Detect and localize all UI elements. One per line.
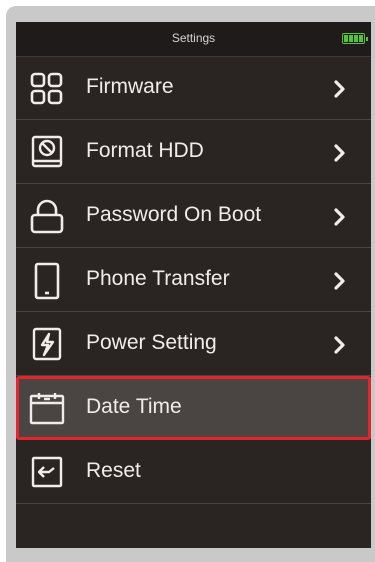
- lock-icon: [30, 199, 64, 234]
- settings-screen: Settings Firmware Format HDD Password On…: [16, 22, 371, 548]
- menu-item-label: Format HDD: [86, 139, 204, 162]
- power-bolt-icon: [32, 327, 62, 361]
- menu-item-phone-transfer[interactable]: Phone Transfer: [16, 248, 371, 312]
- menu-item-label: Reset: [86, 459, 141, 482]
- menu-item-reset[interactable]: Reset: [16, 440, 371, 504]
- calendar-icon: [29, 393, 65, 425]
- menu-item-date-time[interactable]: Date Time: [16, 376, 371, 440]
- grid-icon: [30, 72, 63, 105]
- menu-item-label: Power Setting: [86, 331, 217, 354]
- menu-item-label: Date Time: [86, 395, 182, 418]
- menu-item-label: Phone Transfer: [86, 267, 230, 290]
- chevron-right-icon: [334, 336, 345, 354]
- reset-icon: [31, 456, 63, 488]
- chevron-right-icon: [334, 144, 345, 162]
- phone-icon: [34, 262, 60, 300]
- battery-full-icon: [342, 33, 368, 44]
- status-bar: Settings: [16, 22, 371, 57]
- chevron-right-icon: [334, 272, 345, 290]
- menu-item-format-hdd[interactable]: Format HDD: [16, 120, 371, 184]
- chevron-right-icon: [334, 80, 345, 98]
- disk-format-icon: [31, 135, 63, 168]
- menu-item-power-setting[interactable]: Power Setting: [16, 312, 371, 376]
- menu-item-firmware[interactable]: Firmware: [16, 56, 371, 120]
- chevron-right-icon: [334, 208, 345, 226]
- menu-item-password-on-boot[interactable]: Password On Boot: [16, 184, 371, 248]
- page-title: Settings: [171, 31, 216, 45]
- menu-item-label: Password On Boot: [86, 203, 262, 226]
- menu-item-label: Firmware: [86, 75, 174, 98]
